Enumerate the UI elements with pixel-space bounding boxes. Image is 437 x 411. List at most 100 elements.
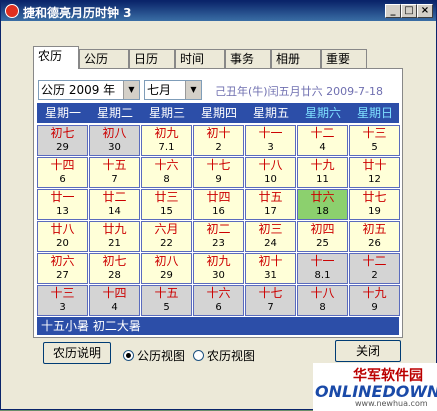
solar-day-label: 9 xyxy=(215,174,222,185)
day-cell[interactable]: 初六 27 xyxy=(37,253,88,284)
tab-important[interactable]: 重要 xyxy=(321,49,367,68)
solar-day-label: 5 xyxy=(163,302,170,313)
lunar-day-label: 初五 xyxy=(362,222,387,236)
radio-selected-icon[interactable] xyxy=(123,350,134,361)
tab-calendar[interactable]: 日历 xyxy=(129,49,175,68)
day-cell[interactable]: 十一 3 xyxy=(245,125,296,156)
day-cell[interactable]: 初三 24 xyxy=(245,221,296,252)
solar-day-label: 29 xyxy=(56,142,69,153)
solar-day-label: 3 xyxy=(59,302,66,313)
solar-day-label: 8 xyxy=(163,174,170,185)
tab-tasks[interactable]: 事务 xyxy=(225,49,271,68)
solar-day-label: 18 xyxy=(316,206,329,217)
day-cell[interactable]: 初八 29 xyxy=(141,253,192,284)
day-cell[interactable]: 初九 30 xyxy=(193,253,244,284)
chevron-down-icon[interactable]: ▼ xyxy=(185,81,201,99)
day-cell[interactable]: 初七 28 xyxy=(89,253,140,284)
day-cell[interactable]: 初七 29 xyxy=(37,125,88,156)
lunar-day-label: 廿十 xyxy=(362,158,387,172)
maximize-button[interactable]: □ xyxy=(401,4,417,18)
lunar-help-button[interactable]: 农历说明 xyxy=(43,342,111,364)
day-cell[interactable]: 初二 23 xyxy=(193,221,244,252)
solar-day-label: 2 xyxy=(215,142,222,153)
lunar-day-label: 廿四 xyxy=(206,190,231,204)
weekday-fri: 星期五 xyxy=(252,106,289,120)
day-cell[interactable]: 十六 8 xyxy=(141,157,192,188)
day-cell[interactable]: 廿九 21 xyxy=(89,221,140,252)
lunar-day-label: 十一 xyxy=(310,254,335,268)
day-cell[interactable]: 初五 26 xyxy=(349,221,400,252)
day-cell[interactable]: 十三 3 xyxy=(37,285,88,316)
lunar-day-label: 十七 xyxy=(206,158,231,172)
day-cell[interactable]: 十三 5 xyxy=(349,125,400,156)
title-bar[interactable]: 捷和德亮月历时钟 3 _ □ × xyxy=(1,1,436,21)
solar-day-label: 13 xyxy=(56,206,69,217)
day-cell[interactable]: 初九 7.1 xyxy=(141,125,192,156)
lunar-day-label: 廿七 xyxy=(362,190,387,204)
weekday-tue: 星期二 xyxy=(96,106,133,120)
day-cell[interactable]: 十五 7 xyxy=(89,157,140,188)
watermark-url: www.newhua.com xyxy=(355,399,428,408)
day-cell[interactable]: 廿一 13 xyxy=(37,189,88,220)
month-select[interactable]: 七月 ▼ xyxy=(144,80,202,100)
day-cell[interactable]: 十九 9 xyxy=(349,285,400,316)
app-window: 捷和德亮月历时钟 3 _ □ × 农历 公历 日历 时间 事务 相册 重要 公历… xyxy=(0,0,437,411)
day-cell[interactable]: 六月 22 xyxy=(141,221,192,252)
day-cell[interactable]: 廿三 15 xyxy=(141,189,192,220)
lunar-day-label: 廿八 xyxy=(50,222,75,236)
solar-day-label: 12 xyxy=(368,174,381,185)
tab-album[interactable]: 相册 xyxy=(271,49,321,68)
lunar-day-label: 初九 xyxy=(154,126,179,140)
tab-solar[interactable]: 公历 xyxy=(79,49,129,68)
lunar-day-label: 十四 xyxy=(102,286,127,300)
solar-day-label: 17 xyxy=(264,206,277,217)
solar-day-label: 30 xyxy=(108,142,121,153)
day-cell[interactable]: 十九 11 xyxy=(297,157,348,188)
app-icon[interactable] xyxy=(5,4,19,18)
day-cell[interactable]: 初十 31 xyxy=(245,253,296,284)
lunar-day-label: 廿二 xyxy=(102,190,127,204)
day-cell[interactable]: 十七 9 xyxy=(193,157,244,188)
day-cell[interactable]: 廿八 20 xyxy=(37,221,88,252)
day-cell[interactable]: 廿七 19 xyxy=(349,189,400,220)
solar-view-radio[interactable]: 公历视图 xyxy=(123,347,185,364)
day-cell[interactable]: 十四 4 xyxy=(89,285,140,316)
day-cell[interactable]: 初八 30 xyxy=(89,125,140,156)
solar-day-label: 23 xyxy=(212,238,225,249)
day-cell[interactable]: 廿二 14 xyxy=(89,189,140,220)
day-cell[interactable]: 十二 4 xyxy=(297,125,348,156)
lunar-day-label: 十七 xyxy=(258,286,283,300)
close-dialog-button[interactable]: 关闭 xyxy=(335,340,401,362)
year-select[interactable]: 公历 2009 年 ▼ xyxy=(38,80,140,100)
solar-day-label: 6 xyxy=(215,302,222,313)
tab-lunar[interactable]: 农历 xyxy=(33,46,79,69)
solar-day-label: 30 xyxy=(212,270,225,281)
day-cell[interactable]: 十一 8.1 xyxy=(297,253,348,284)
day-cell[interactable]: 十七 7 xyxy=(245,285,296,316)
solar-day-label: 29 xyxy=(160,270,173,281)
solar-day-label: 26 xyxy=(368,238,381,249)
day-cell-today[interactable]: 廿六 18 xyxy=(297,189,348,220)
solar-day-label: 8 xyxy=(319,302,326,313)
lunar-day-label: 十一 xyxy=(258,126,283,140)
day-cell[interactable]: 十八 10 xyxy=(245,157,296,188)
day-cell[interactable]: 十六 6 xyxy=(193,285,244,316)
minimize-button[interactable]: _ xyxy=(385,4,401,18)
day-cell[interactable]: 廿五 17 xyxy=(245,189,296,220)
radio-unselected-icon[interactable] xyxy=(193,350,204,361)
close-button[interactable]: × xyxy=(417,4,433,18)
solar-day-label: 11 xyxy=(316,174,329,185)
day-cell[interactable]: 初四 25 xyxy=(297,221,348,252)
day-cell[interactable]: 十二 2 xyxy=(349,253,400,284)
day-cell[interactable]: 十五 5 xyxy=(141,285,192,316)
day-cell[interactable]: 十八 8 xyxy=(297,285,348,316)
tab-time[interactable]: 时间 xyxy=(175,49,225,68)
day-cell[interactable]: 十四 6 xyxy=(37,157,88,188)
day-cell[interactable]: 初十 2 xyxy=(193,125,244,156)
chevron-down-icon[interactable]: ▼ xyxy=(123,81,139,99)
day-cell[interactable]: 廿十 12 xyxy=(349,157,400,188)
lunar-day-label: 初七 xyxy=(50,126,75,140)
lunar-view-radio[interactable]: 农历视图 xyxy=(193,347,255,364)
weekday-thu: 星期四 xyxy=(200,106,237,120)
day-cell[interactable]: 廿四 16 xyxy=(193,189,244,220)
